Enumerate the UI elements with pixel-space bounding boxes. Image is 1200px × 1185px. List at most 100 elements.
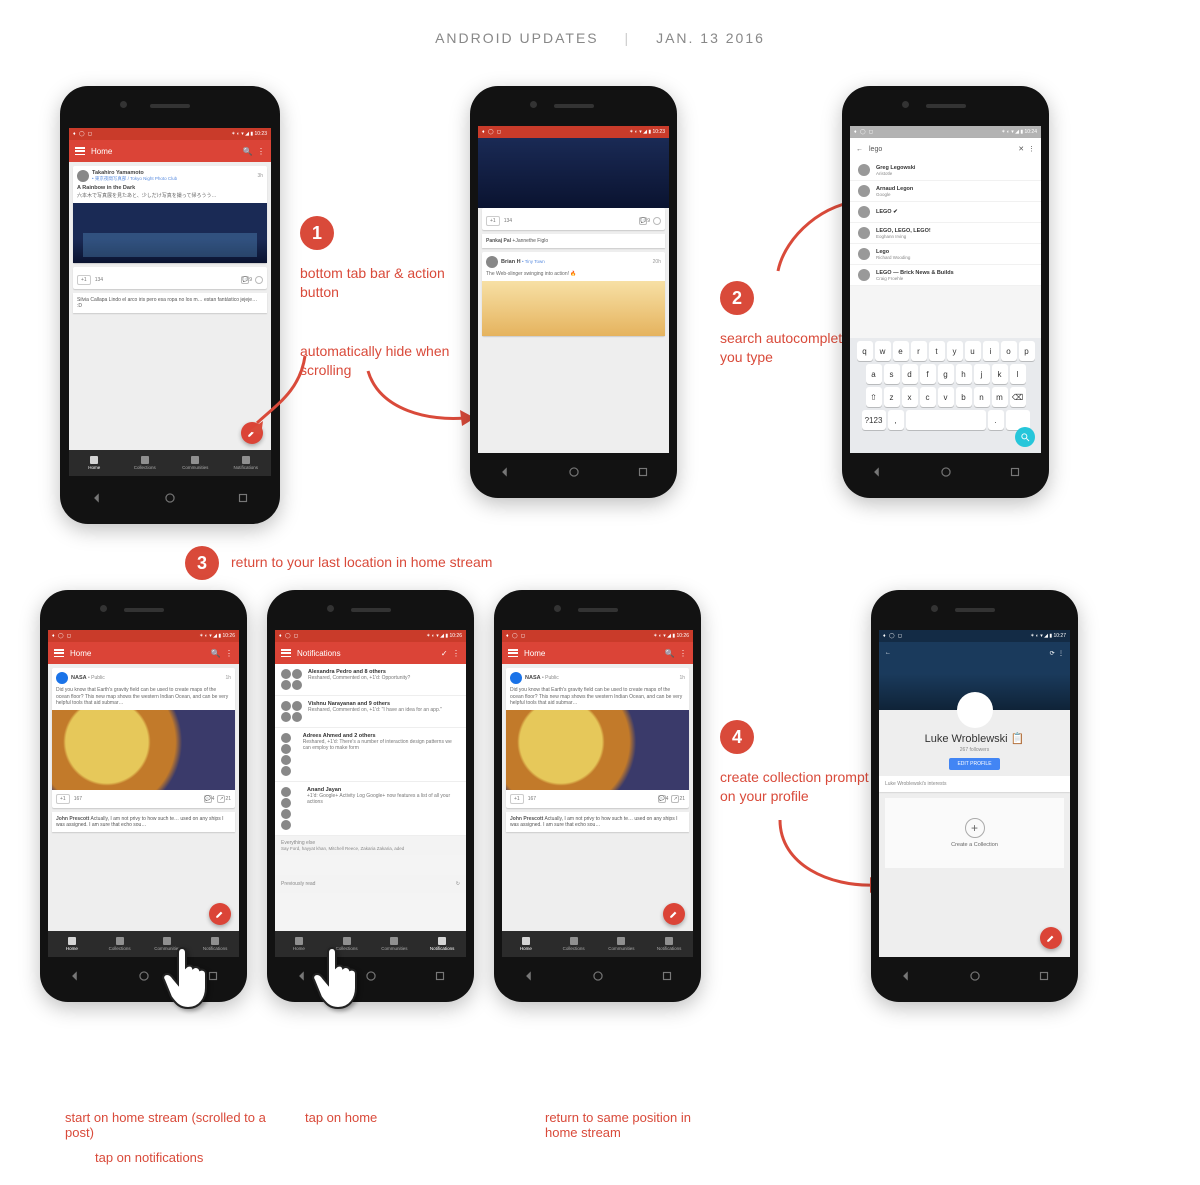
search-result[interactable]: LEGO — Brick News & BuildsCraig Froehle <box>850 265 1041 286</box>
prev-read[interactable]: Previously read↻ <box>275 875 466 893</box>
compose-fab[interactable] <box>209 903 231 925</box>
phone-3: ♦ ◯ ◻✶ ◐ ▾ ◢ ▮ 10:24 ← lego ✕ ⋮ Greg Leg… <box>842 86 1049 498</box>
phone-1: ♦ ◯ ◻✶ ◐ ▾ ◢ ▮ 10:23 Home 🔍 ⋮ Takahiro Y… <box>60 86 280 524</box>
key[interactable]: g <box>938 364 954 384</box>
key[interactable]: ⇧ <box>866 387 882 407</box>
key[interactable]: y <box>947 341 963 361</box>
key[interactable]: o <box>1001 341 1017 361</box>
keyboard-search-button[interactable] <box>1015 427 1035 447</box>
phone-7: ♦ ◯ ◻✶ ◐ ▾ ◢ ▮ 10:27 ←⟳ ⋮ Luke Wroblewsk… <box>871 590 1078 1002</box>
key[interactable]: x <box>902 387 918 407</box>
notification-row[interactable]: Vishnu Narayanan and 9 othersReshared, C… <box>275 696 466 728</box>
more-icon[interactable]: ⋮ <box>1058 650 1064 657</box>
key-space[interactable] <box>906 410 986 430</box>
annotation-4-text: create collection prompt on your profile <box>720 768 870 806</box>
key[interactable]: s <box>884 364 900 384</box>
key[interactable]: v <box>938 387 954 407</box>
key[interactable]: b <box>956 387 972 407</box>
key[interactable]: u <box>965 341 981 361</box>
edit-profile-button[interactable]: EDIT PROFILE <box>949 758 999 770</box>
badge-1: 1 <box>300 216 334 250</box>
search-input[interactable]: lego <box>869 146 1018 153</box>
tab-notifications[interactable]: Notifications <box>418 931 466 957</box>
key[interactable]: i <box>983 341 999 361</box>
key[interactable]: t <box>929 341 945 361</box>
recent-nav-icon[interactable] <box>236 491 250 505</box>
search-result[interactable]: LEGO, LEGO, LEGO!Eoghann Irving <box>850 223 1041 244</box>
notification-row[interactable]: Adrees Ahmed and 2 othersReshared, +1'd:… <box>275 728 466 782</box>
key[interactable]: r <box>911 341 927 361</box>
comment-icon[interactable]: 💬 <box>241 276 249 284</box>
menu-icon[interactable] <box>281 649 291 657</box>
key[interactable]: k <box>992 364 1008 384</box>
plus-one-button[interactable]: +1 <box>486 216 500 226</box>
phone-4: ♦ ◯ ◻✶ ◐ ▾ ◢ ▮ 10:26 Home🔍 ⋮ NASA • Publ… <box>40 590 247 1002</box>
post-image <box>52 710 235 790</box>
key[interactable]: p <box>1019 341 1035 361</box>
share-icon[interactable] <box>653 217 661 225</box>
key[interactable]: j <box>974 364 990 384</box>
notification-row[interactable]: Alexandra Pedro and 8 othersReshared, Co… <box>275 664 466 696</box>
key[interactable]: a <box>866 364 882 384</box>
home-nav-icon[interactable] <box>163 491 177 505</box>
badge-4: 4 <box>720 720 754 754</box>
search-result[interactable]: Arnaud LegonGoogle <box>850 181 1041 202</box>
key[interactable]: n <box>974 387 990 407</box>
search-icon[interactable]: 🔍 <box>243 147 253 156</box>
tab-home[interactable]: Home <box>48 931 96 957</box>
back-icon[interactable]: ← <box>885 650 891 656</box>
mark-read-icon[interactable]: ✓ <box>441 649 448 658</box>
compose-fab[interactable] <box>241 422 263 444</box>
header-divider: | <box>625 30 631 46</box>
key[interactable]: c <box>920 387 936 407</box>
post-card-2[interactable]: Brian H • Tiny Town 20h The Web-slinger … <box>482 252 665 336</box>
key[interactable]: m <box>992 387 1008 407</box>
key[interactable]: h <box>956 364 972 384</box>
page-header: ANDROID UPDATES | JAN. 13 2016 <box>0 0 1200 86</box>
create-collection-tile[interactable]: + Create a Collection <box>885 798 1064 868</box>
more-icon[interactable]: ⋮ <box>257 147 265 156</box>
more-icon[interactable]: ⋮ <box>1028 145 1035 153</box>
menu-icon[interactable] <box>75 147 85 155</box>
tab-collections[interactable]: Collections <box>96 931 144 957</box>
phone-2: ♦ ◯ ◻✶ ◐ ▾ ◢ ▮ 10:23 +1 134 💬9 Pankaj Pa… <box>470 86 677 498</box>
key[interactable]: q <box>857 341 873 361</box>
menu-icon[interactable] <box>54 649 64 657</box>
search-result[interactable]: Greg LegowskiAristotle <box>850 160 1041 181</box>
tab-notifications[interactable]: Notifications <box>221 450 272 476</box>
key[interactable]: f <box>920 364 936 384</box>
search-icon[interactable]: 🔍 <box>211 649 221 658</box>
back-icon[interactable]: ← <box>856 146 863 153</box>
compose-fab[interactable] <box>1040 927 1062 949</box>
key[interactable]: e <box>893 341 909 361</box>
more-icon[interactable]: ⋮ <box>452 649 460 658</box>
more-icon[interactable]: ⋮ <box>225 649 233 658</box>
comment-icon[interactable]: 💬 <box>639 217 647 225</box>
key-symbols[interactable]: ?123 <box>862 410 886 430</box>
post-card[interactable]: Takahiro Yamamoto • 東京夜間写真部 / Tokyo Nigh… <box>73 166 267 263</box>
tab-collections[interactable]: Collections <box>120 450 171 476</box>
notification-row[interactable]: Anand Jayan+1'd: Google+ Activity Log Go… <box>275 782 466 836</box>
plus-one-button[interactable]: +1 <box>77 275 91 285</box>
clear-icon[interactable]: ✕ <box>1018 145 1024 153</box>
comment-snippet: John Prescott Actually, I am not privy t… <box>52 812 235 832</box>
screen-home-2: ♦ ◯ ◻✶ ◐ ▾ ◢ ▮ 10:26 Home🔍 ⋮ NASA • Publ… <box>48 630 239 957</box>
search-result[interactable]: LegoRichard Wooding <box>850 244 1041 265</box>
key[interactable]: l <box>1010 364 1026 384</box>
tab-communities[interactable]: Communities <box>170 450 221 476</box>
share-icon[interactable] <box>255 276 263 284</box>
key[interactable]: d <box>902 364 918 384</box>
post-sub: • 東京夜間写真部 / Tokyo Night Photo Club <box>92 176 177 182</box>
key[interactable]: w <box>875 341 891 361</box>
search-result[interactable]: LEGO ✔ <box>850 202 1041 223</box>
reload-icon[interactable]: ⟳ <box>1050 650 1055 657</box>
key[interactable]: z <box>884 387 900 407</box>
back-nav-icon[interactable] <box>90 491 104 505</box>
header-title: ANDROID UPDATES <box>435 30 599 46</box>
tab-home[interactable]: Home <box>69 450 120 476</box>
key[interactable]: ⌫ <box>1010 387 1026 407</box>
nasa-post[interactable]: NASA • Public1h Did you know that Earth'… <box>52 668 235 808</box>
tab-communities[interactable]: Communities <box>371 931 419 957</box>
badge-2: 2 <box>720 281 754 315</box>
hand-pointer-1 <box>160 942 220 1014</box>
